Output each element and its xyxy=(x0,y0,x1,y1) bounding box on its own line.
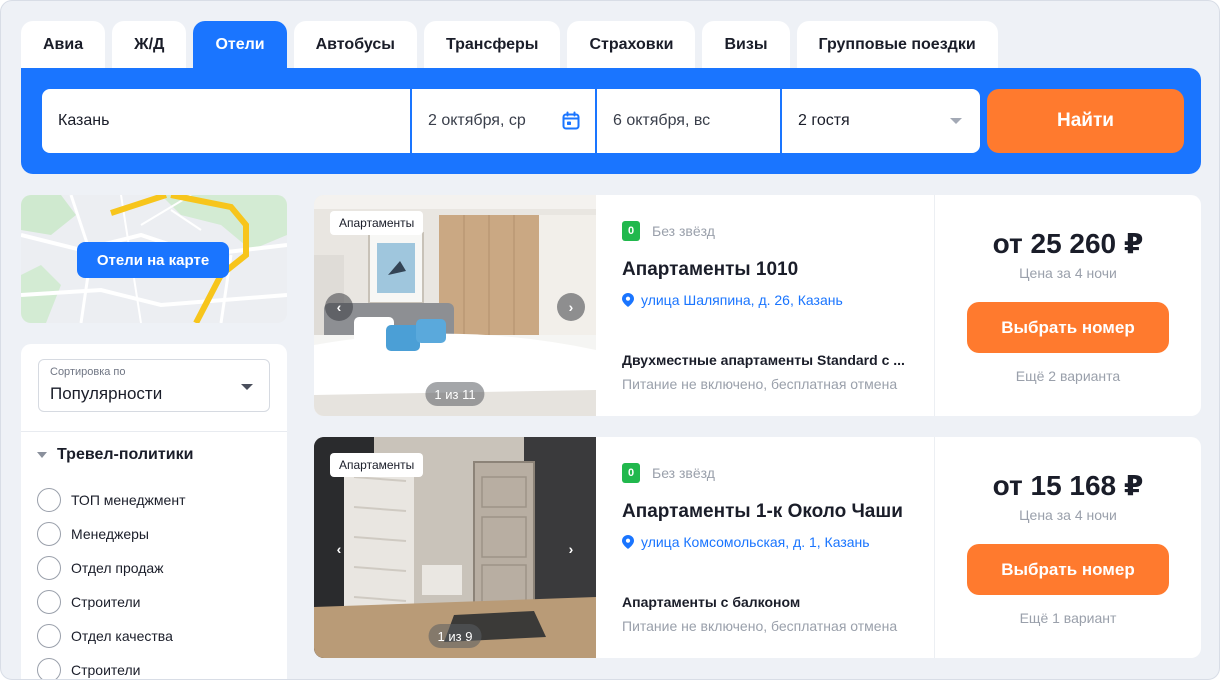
policy-label: Строители xyxy=(71,594,141,610)
chevron-right-icon[interactable]: › xyxy=(557,535,585,563)
more-options-link[interactable]: Ещё 1 вариант xyxy=(935,610,1201,626)
property-type-tag: Апартаменты xyxy=(330,211,424,235)
radio-button[interactable] xyxy=(37,658,61,679)
more-options-link[interactable]: Ещё 2 варианта xyxy=(935,368,1201,384)
meal-info: Питание не включено, бесплатная отмена xyxy=(622,618,898,634)
address-text: улица Шаляпина, д. 26, Казань xyxy=(641,292,843,308)
choose-room-button[interactable]: Выбрать номер xyxy=(967,302,1169,353)
destination-value: Казань xyxy=(58,112,110,129)
meal-info: Питание не включено, бесплатная отмена xyxy=(622,376,898,392)
hotels-on-map-button[interactable]: Отели на карте xyxy=(77,242,229,278)
tab-hotels[interactable]: Отели xyxy=(193,21,287,69)
policy-option[interactable]: Строители xyxy=(37,590,140,614)
policy-label: Строители xyxy=(71,662,141,678)
price-column: от 25 260 ₽ Цена за 4 ночи Выбрать номер… xyxy=(935,195,1201,416)
star-rating-badge: 0 xyxy=(622,221,640,241)
chevron-down-icon xyxy=(241,384,253,390)
address-text: улица Комсомольская, д. 1, Казань xyxy=(641,534,870,550)
price-column: от 15 168 ₽ Цена за 4 ночи Выбрать номер… xyxy=(935,437,1201,658)
app-frame: Авиа Ж/Д Отели Автобусы Трансферы Страхо… xyxy=(0,0,1220,680)
hotel-name[interactable]: Апартаменты 1010 xyxy=(622,259,798,281)
hotel-address[interactable]: улица Комсомольская, д. 1, Казань xyxy=(622,534,870,550)
policy-label: Отдел качества xyxy=(71,628,173,644)
tab-buses[interactable]: Автобусы xyxy=(293,21,417,69)
stars-row: 0 Без звёзд xyxy=(622,221,715,241)
policy-option[interactable]: Отдел продаж xyxy=(37,556,164,580)
stars-text: Без звёзд xyxy=(652,223,715,239)
radio-button[interactable] xyxy=(37,488,61,512)
search-button[interactable]: Найти xyxy=(987,89,1184,153)
tab-avia[interactable]: Авиа xyxy=(21,21,106,69)
hotel-card[interactable]: Апартаменты ‹ › 1 из 11 0 Без звёзд Апар… xyxy=(314,195,1201,416)
price: от 25 260 ₽ xyxy=(992,228,1144,259)
filters-panel: Сортировка по Популярности Тревел-полити… xyxy=(21,344,287,679)
policy-option[interactable]: Менеджеры xyxy=(37,522,149,546)
location-pin-icon xyxy=(622,535,634,549)
room-name: Апартаменты с балконом xyxy=(622,594,801,610)
sort-label: Сортировка по xyxy=(50,366,126,378)
hotel-address[interactable]: улица Шаляпина, д. 26, Казань xyxy=(622,292,843,308)
chevron-down-icon xyxy=(950,118,962,124)
calendar-icon[interactable] xyxy=(561,111,581,131)
photo-counter: 1 из 11 xyxy=(425,382,485,406)
policy-option[interactable]: Строители xyxy=(37,658,141,679)
price: от 15 168 ₽ xyxy=(992,470,1144,501)
star-rating-badge: 0 xyxy=(622,463,640,483)
policy-option[interactable]: ТОП менеджмент xyxy=(37,488,185,512)
stars-row: 0 Без звёзд xyxy=(622,463,715,483)
policy-label: Отдел продаж xyxy=(71,560,164,576)
policy-option[interactable]: Отдел качества xyxy=(37,624,173,648)
property-type-tag: Апартаменты xyxy=(330,453,424,477)
chevron-down-icon xyxy=(37,452,47,458)
hotel-name[interactable]: Апартаменты 1-к Около Чаши xyxy=(622,501,903,523)
guests-select[interactable]: 2 гостя xyxy=(782,89,980,153)
tab-transfers[interactable]: Трансферы xyxy=(423,21,561,69)
service-tabs: Авиа Ж/Д Отели Автобусы Трансферы Страхо… xyxy=(21,21,998,69)
checkin-date-field[interactable]: 2 октября, ср xyxy=(412,89,595,153)
radio-button[interactable] xyxy=(37,624,61,648)
chevron-left-icon[interactable]: ‹ xyxy=(325,293,353,321)
photo-counter: 1 из 9 xyxy=(428,624,482,648)
sort-select[interactable]: Сортировка по Популярности xyxy=(38,359,270,412)
divider xyxy=(21,431,287,432)
checkin-value: 2 октября, ср xyxy=(428,112,526,129)
checkout-date-field[interactable]: 6 октября, вс xyxy=(597,89,780,153)
radio-button[interactable] xyxy=(37,556,61,580)
tab-rail[interactable]: Ж/Д xyxy=(112,21,187,69)
hotel-info: 0 Без звёзд Апартаменты 1010 улица Шаляп… xyxy=(622,195,922,416)
policy-label: Менеджеры xyxy=(71,526,149,542)
policy-label: ТОП менеджмент xyxy=(71,492,186,508)
room-name: Двухместные апартаменты Standard с ... xyxy=(622,352,905,368)
travel-policies-title: Тревел-политики xyxy=(57,446,194,463)
radio-button[interactable] xyxy=(37,522,61,546)
tab-group-trips[interactable]: Групповые поездки xyxy=(796,21,998,69)
radio-button[interactable] xyxy=(37,590,61,614)
map-preview[interactable]: Отели на карте xyxy=(21,195,287,323)
travel-policies-toggle[interactable]: Тревел-политики xyxy=(37,446,193,464)
tab-insurance[interactable]: Страховки xyxy=(567,21,696,69)
chevron-right-icon[interactable]: › xyxy=(557,293,585,321)
checkout-value: 6 октября, вс xyxy=(613,112,711,129)
guests-value: 2 гостя xyxy=(798,112,850,129)
choose-room-button[interactable]: Выбрать номер xyxy=(967,544,1169,595)
location-pin-icon xyxy=(622,293,634,307)
hotel-info: 0 Без звёзд Апартаменты 1-к Около Чаши у… xyxy=(622,437,922,658)
stars-text: Без звёзд xyxy=(652,465,715,481)
destination-field[interactable]: Казань xyxy=(42,89,410,153)
sort-value: Популярности xyxy=(50,384,163,403)
tab-visas[interactable]: Визы xyxy=(702,21,790,69)
hotel-photo[interactable]: Апартаменты ‹ › 1 из 9 xyxy=(314,437,596,658)
hotel-photo[interactable]: Апартаменты ‹ › 1 из 11 xyxy=(314,195,596,416)
chevron-left-icon[interactable]: ‹ xyxy=(325,535,353,563)
price-nights: Цена за 4 ночи xyxy=(1019,507,1117,523)
hotel-card[interactable]: Апартаменты ‹ › 1 из 9 0 Без звёзд Апарт… xyxy=(314,437,1201,658)
price-nights: Цена за 4 ночи xyxy=(1019,265,1117,281)
hotel-search-panel: Казань 2 октября, ср 6 октября, вс 2 гос… xyxy=(21,68,1201,174)
